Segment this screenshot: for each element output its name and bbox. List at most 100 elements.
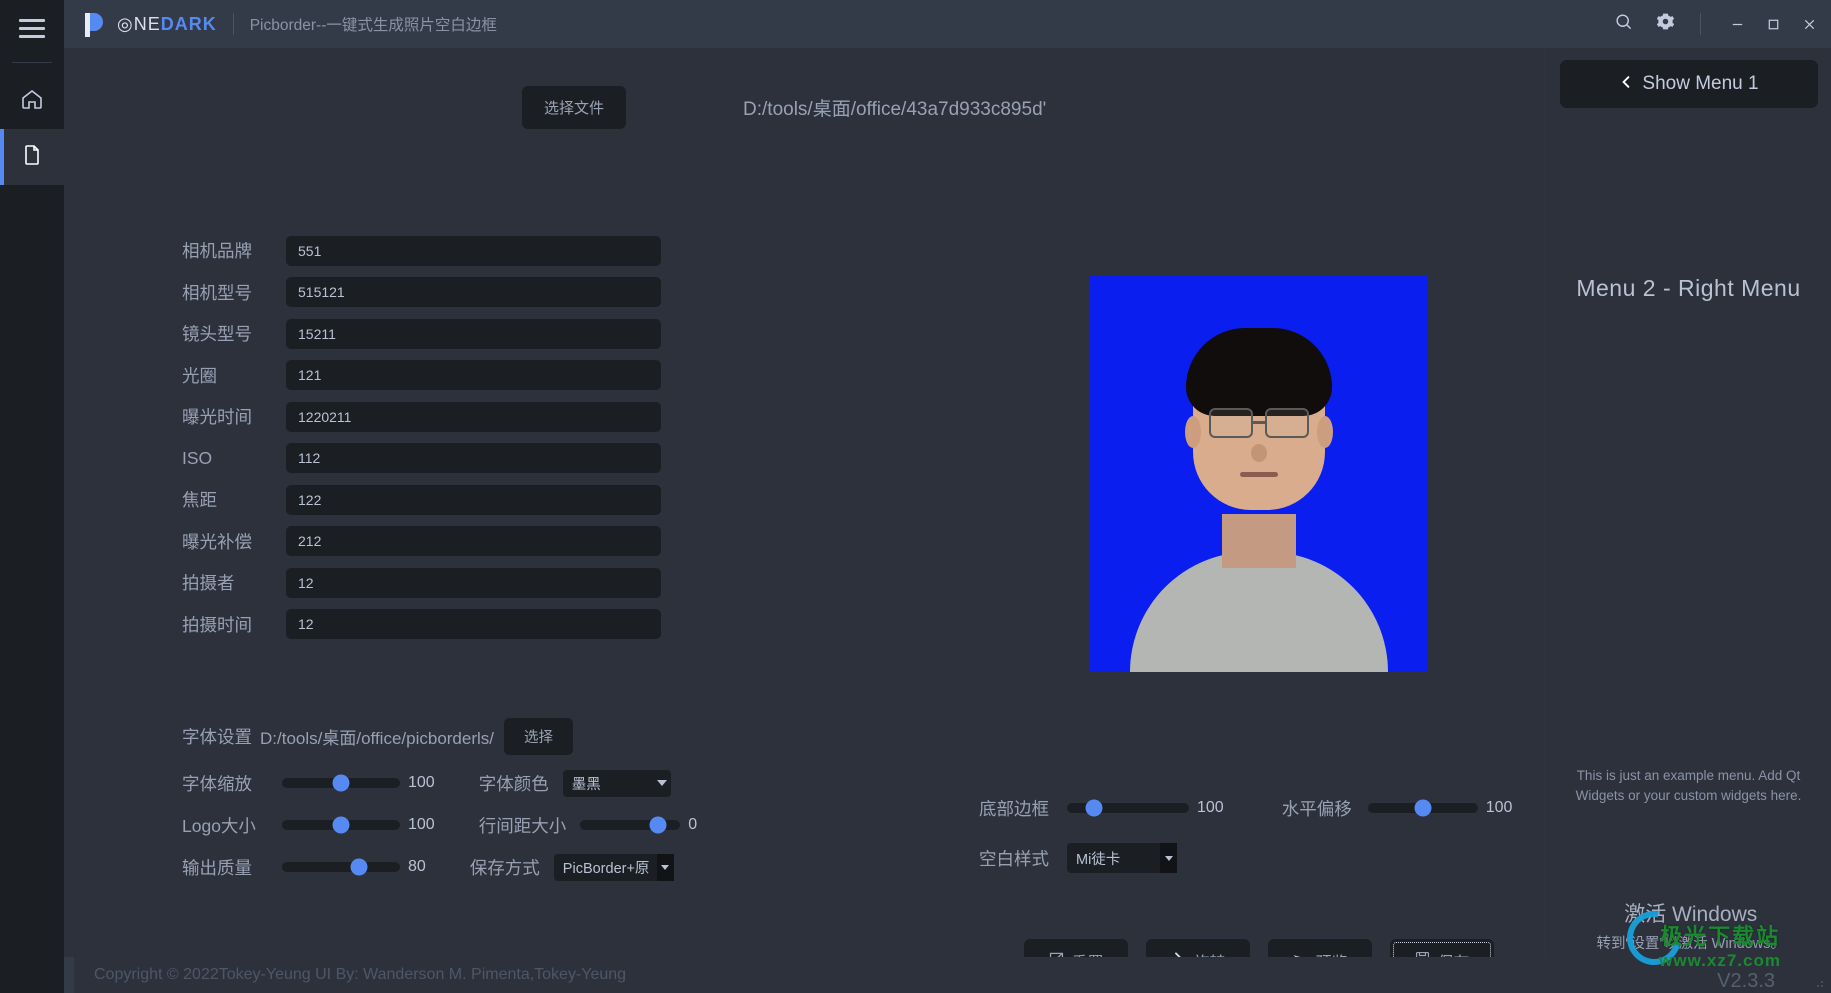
camera-model-input[interactable]	[286, 277, 661, 307]
main-column: ◎NE DARK Picborder--一键式生成照片空白边框 选择文件 D:/…	[64, 0, 1831, 993]
font-select-button[interactable]: 选择	[504, 717, 573, 755]
slider-knob[interactable]	[1085, 799, 1103, 817]
picborder-page: 选择文件 D:/tools/桌面/office/43a7d933c895d' 相…	[64, 48, 1545, 983]
photographer-input[interactable]	[286, 567, 661, 598]
logo-size-label: Logo大小	[182, 815, 256, 836]
chevron-down-icon[interactable]	[656, 853, 674, 881]
sidebar-item-file[interactable]	[0, 129, 64, 185]
output-quality-slider[interactable]	[282, 858, 400, 876]
bottom-border-row: 底部边框 100 水平偏移 100	[979, 783, 1539, 833]
line-spacing-slider[interactable]	[580, 816, 681, 834]
blank-style-label: 空白样式	[979, 848, 1049, 869]
close-button[interactable]	[1791, 4, 1827, 44]
photo-nose	[1251, 444, 1267, 462]
sidebar-item-home[interactable]	[0, 73, 64, 129]
logo-size-row: Logo大小 100 行间距大小 0	[182, 804, 702, 846]
settings-button[interactable]	[1648, 7, 1682, 41]
shoot-time-input[interactable]	[286, 609, 661, 639]
choose-file-button[interactable]: 选择文件	[522, 86, 627, 129]
font-path: D:/tools/桌面/office/picborderls/	[260, 728, 494, 748]
line-spacing-value: 0	[688, 816, 698, 833]
photo-glasses-right	[1265, 408, 1309, 438]
slider-knob[interactable]	[332, 816, 350, 834]
photo-ear-right	[1317, 416, 1333, 448]
output-quality-label: 输出质量	[182, 857, 252, 878]
file-picker-row: 选择文件 D:/tools/桌面/office/43a7d933c895d'	[64, 48, 1545, 129]
form-row: 相机型号	[182, 272, 661, 313]
show-menu-1-label: Show Menu 1	[1642, 73, 1759, 94]
photo-neck	[1222, 514, 1296, 568]
right-menu-note: This is just an example menu. Add Qt Wid…	[1575, 768, 1802, 804]
font-scale-slider[interactable]	[282, 774, 400, 792]
app-description: Picborder--一键式生成照片空白边框	[249, 17, 497, 34]
brand-text: ◎NE DARK	[117, 14, 217, 35]
minimize-button[interactable]	[1719, 4, 1755, 44]
resize-grip[interactable]	[1811, 975, 1825, 989]
form-row: 镜头型号	[182, 313, 661, 354]
camera-brand-input[interactable]	[286, 235, 661, 266]
search-button[interactable]	[1606, 7, 1640, 41]
horizontal-offset-value: 100	[1485, 799, 1513, 816]
title-divider	[232, 13, 234, 35]
home-icon	[20, 87, 44, 116]
font-color-select[interactable]: 墨黑	[562, 769, 671, 797]
brand: ◎NE DARK	[74, 10, 217, 38]
onedark-logo-icon	[80, 10, 108, 38]
maximize-button[interactable]	[1755, 4, 1791, 44]
photo-hair	[1186, 328, 1332, 416]
font-color-label: 字体颜色	[478, 773, 549, 794]
field-label: 相机型号	[182, 282, 252, 303]
font-settings-label: 字体设置	[182, 726, 252, 747]
form-row: 焦距	[182, 479, 661, 520]
font-scale-label: 字体缩放	[182, 773, 252, 794]
application-window: ◎NE DARK Picborder--一键式生成照片空白边框 选择文件 D:/…	[0, 0, 1831, 993]
save-mode-label: 保存方式	[469, 857, 540, 878]
horizontal-offset-label: 水平偏移	[1281, 798, 1352, 819]
content-area: 选择文件 D:/tools/桌面/office/43a7d933c895d' 相…	[64, 48, 1831, 983]
field-label: 曝光补偿	[182, 531, 252, 552]
photo-glasses-left	[1209, 408, 1253, 438]
slider-knob[interactable]	[332, 774, 350, 792]
show-menu-1-button[interactable]: Show Menu 1	[1559, 60, 1818, 108]
status-bar: Copyright © 2022Tokey-Yeung UI By: Wande…	[64, 957, 1831, 993]
photo-preview	[1090, 276, 1428, 672]
slider-knob[interactable]	[350, 858, 368, 876]
field-label: ISO	[182, 447, 213, 468]
horizontal-offset-slider[interactable]	[1367, 799, 1478, 817]
menu-toggle-button[interactable]	[0, 0, 64, 56]
output-quality-row: 输出质量 80 保存方式 PicBorder+原	[182, 846, 702, 888]
chevron-down-icon[interactable]	[1160, 843, 1177, 873]
copyright-text: Copyright © 2022Tokey-Yeung UI By: Wande…	[94, 966, 627, 983]
field-label: 镜头型号	[182, 324, 252, 344]
left-rail	[0, 0, 64, 993]
window-controls	[1719, 4, 1827, 44]
blank-style-select[interactable]: Mi徒卡	[1067, 843, 1177, 873]
aperture-input[interactable]	[286, 360, 661, 390]
border-settings-panel: 底部边框 100 水平偏移 100 空白样式 Mi徒卡	[979, 783, 1539, 883]
bottom-border-slider[interactable]	[1067, 799, 1189, 817]
form-row: ISO	[182, 438, 661, 479]
focal-length-input[interactable]	[286, 484, 661, 515]
logo-size-slider[interactable]	[282, 816, 400, 834]
font-color-value: 墨黑	[571, 776, 601, 793]
form-row: 拍摄者	[182, 562, 661, 603]
form-row: 相机品牌	[182, 230, 661, 271]
line-spacing-label: 行间距大小	[478, 815, 567, 836]
gear-icon	[1656, 12, 1675, 36]
slider-knob[interactable]	[1414, 799, 1432, 817]
slider-knob[interactable]	[649, 816, 667, 834]
version-watermark: V2.3.3	[1717, 970, 1775, 992]
lens-model-input[interactable]	[286, 318, 661, 349]
file-icon	[20, 143, 44, 172]
iso-input[interactable]	[286, 443, 661, 473]
save-mode-select[interactable]: PicBorder+原	[553, 853, 674, 881]
field-label: 光圈	[182, 365, 217, 386]
photo-glasses-bridge	[1253, 421, 1265, 424]
exposure-compensation-input[interactable]	[286, 526, 661, 556]
exposure-time-input[interactable]	[286, 401, 661, 432]
photo-ear-left	[1185, 416, 1201, 448]
brand-dark-label: DARK	[160, 13, 217, 34]
field-label: 相机品牌	[182, 241, 252, 261]
search-icon	[1614, 12, 1633, 36]
form-row: 光圈	[182, 355, 661, 396]
